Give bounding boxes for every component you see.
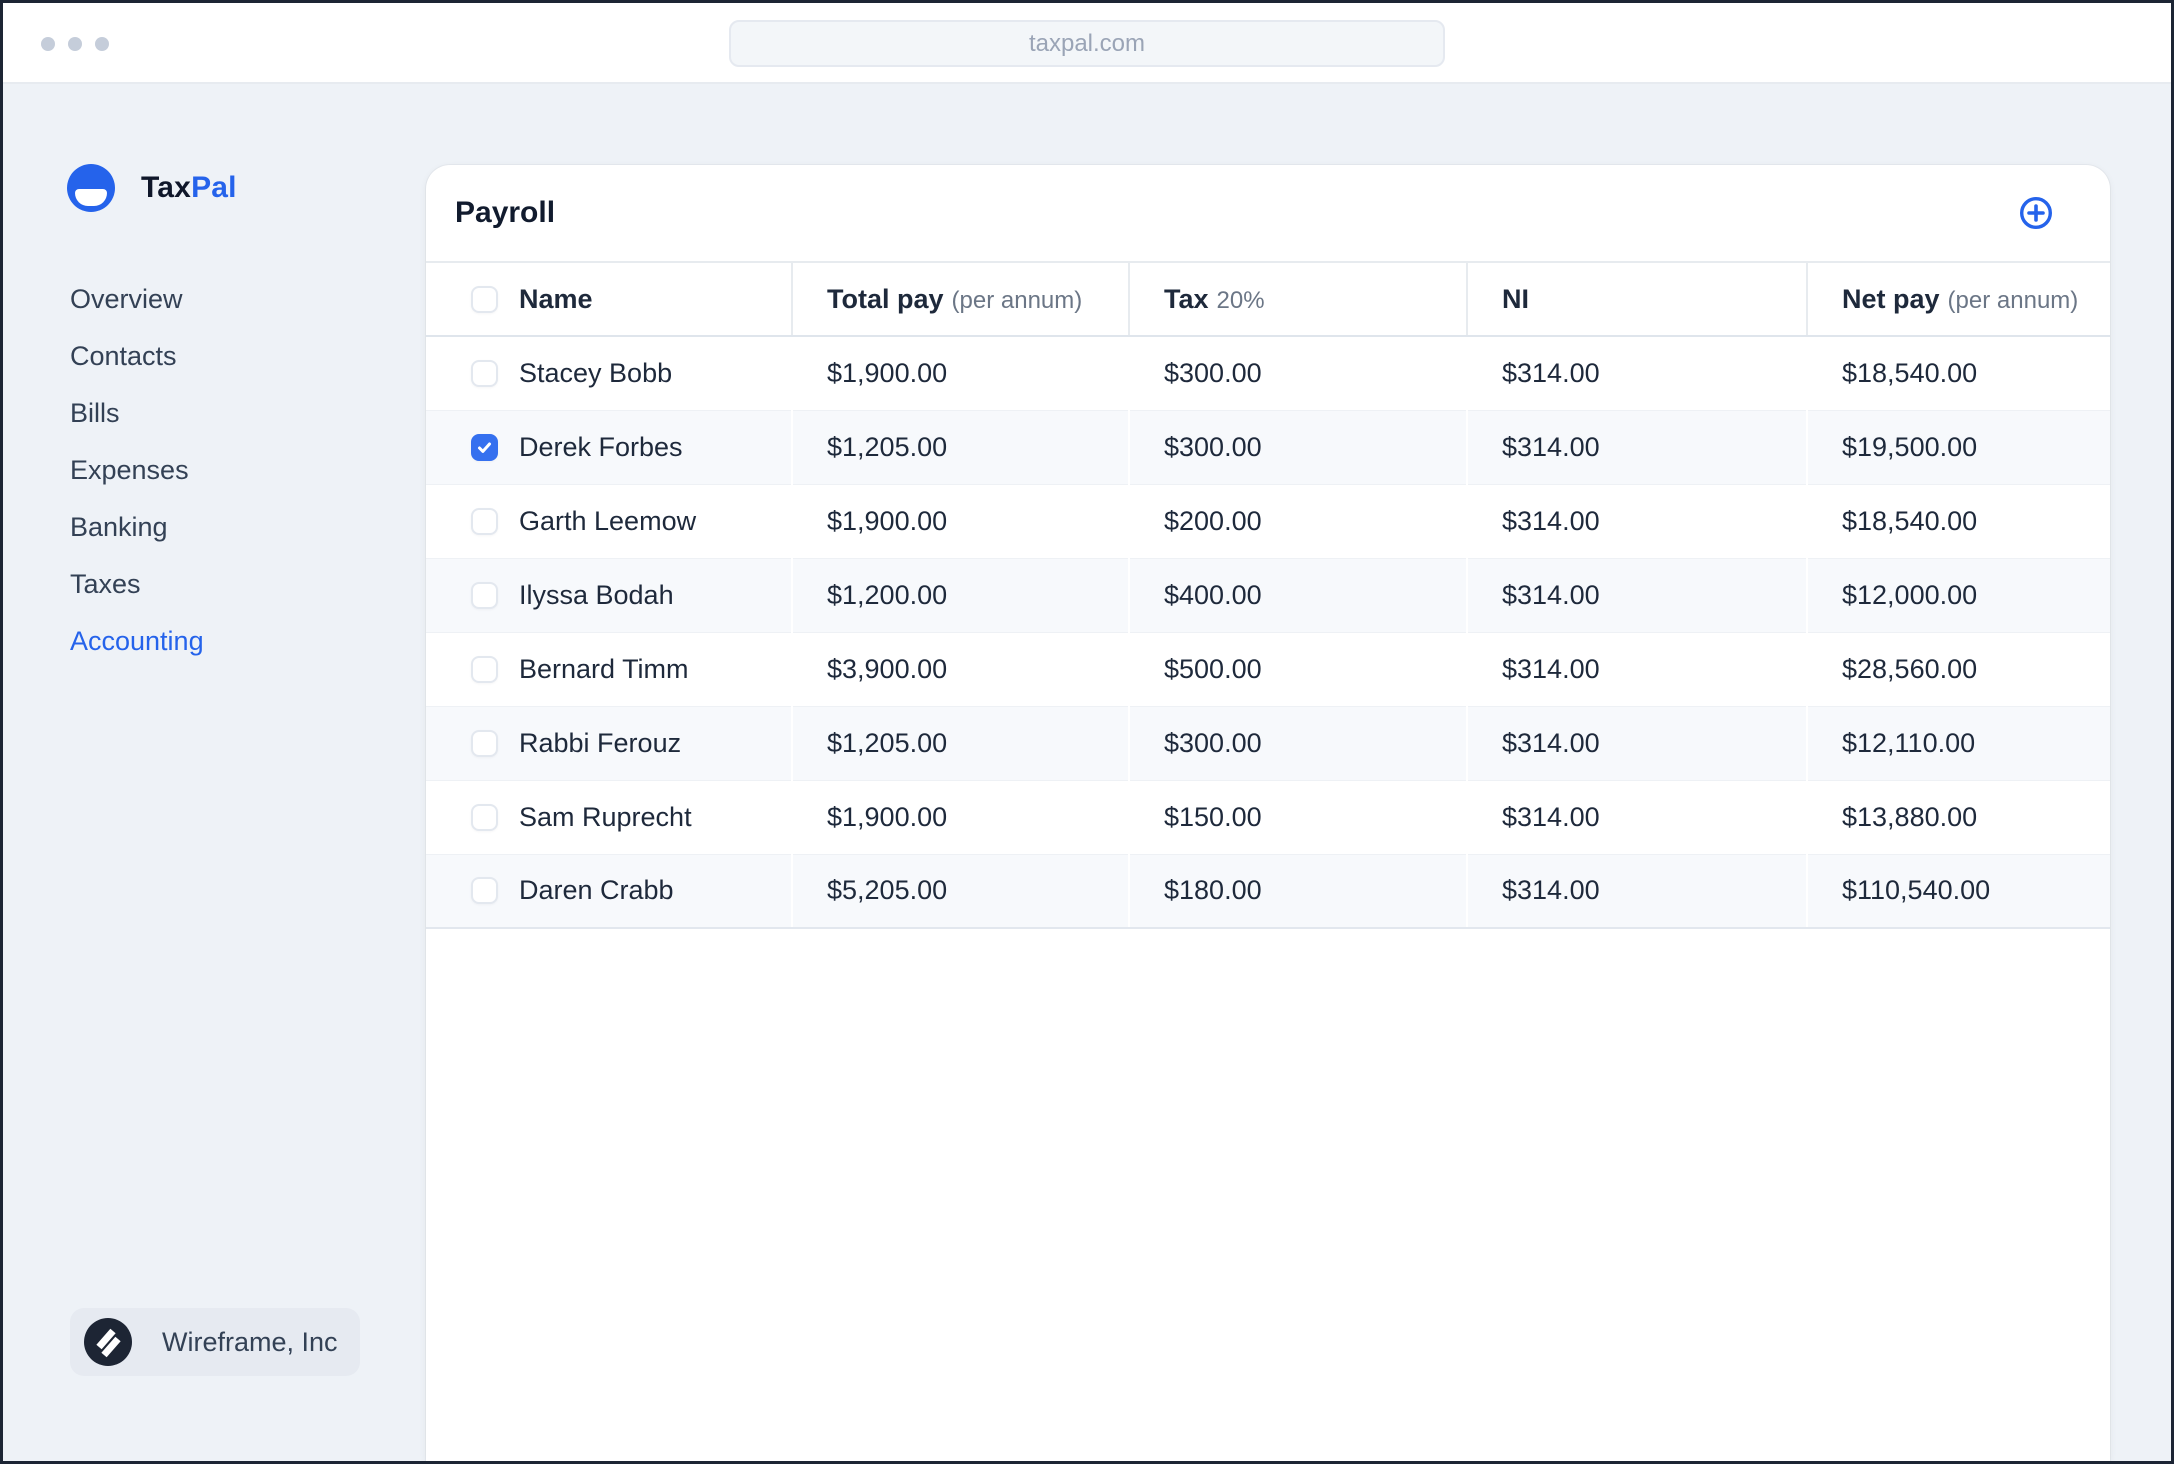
card-header: Payroll — [426, 165, 2110, 261]
column-header-tax: Tax 20% — [1164, 283, 1265, 314]
window-controls — [41, 37, 109, 51]
tax-value: $400.00 — [1164, 579, 1262, 610]
sidebar-item-taxes[interactable]: Taxes — [70, 556, 204, 613]
employee-name: Garth Leemow — [519, 505, 697, 536]
circle-plus-icon — [2019, 196, 2053, 230]
row-checkbox[interactable] — [471, 655, 498, 683]
page-title: Payroll — [455, 196, 556, 229]
column-header-ni: NI — [1502, 283, 1529, 314]
total-pay-value: $1,200.00 — [827, 579, 948, 610]
employee-name: Sam Ruprecht — [519, 801, 692, 832]
sidebar-item-expenses[interactable]: Expenses — [70, 442, 204, 499]
brand-name: TaxPal — [141, 171, 237, 204]
ni-value: $314.00 — [1502, 505, 1600, 536]
table-row: Bernard Timm $3,900.00 $500.00 $314.00 $… — [426, 632, 2110, 707]
sidebar-item-banking[interactable]: Banking — [70, 499, 204, 556]
table-header-row: Name Total pay (per annum) Tax 20% NI Net … — [426, 261, 2110, 337]
net-pay-value: $12,000.00 — [1842, 579, 1978, 610]
ni-value: $314.00 — [1502, 431, 1600, 462]
sidebar-item-bills[interactable]: Bills — [70, 385, 204, 442]
net-pay-value: $18,540.00 — [1842, 357, 1978, 388]
taxpal-logo-icon — [67, 164, 115, 212]
row-checkbox[interactable] — [471, 507, 498, 535]
total-pay-value: $1,900.00 — [827, 801, 948, 832]
table-row: Stacey Bobb $1,900.00 $300.00 $314.00 $1… — [426, 336, 2110, 411]
table-row: Daren Crabb $5,205.00 $180.00 $314.00 $1… — [426, 854, 2110, 929]
ni-value: $314.00 — [1502, 579, 1600, 610]
table-row: Garth Leemow $1,900.00 $200.00 $314.00 $… — [426, 484, 2110, 559]
add-employee-button[interactable] — [2018, 195, 2054, 231]
table-row: Ilyssa Bodah $1,200.00 $400.00 $314.00 $… — [426, 558, 2110, 633]
table-row: Sam Ruprecht $1,900.00 $150.00 $314.00 $… — [426, 780, 2110, 855]
net-pay-value: $13,880.00 — [1842, 801, 1978, 832]
sidebar-item-accounting[interactable]: Accounting — [70, 613, 204, 670]
tax-value: $500.00 — [1164, 653, 1262, 684]
tax-value: $300.00 — [1164, 431, 1262, 462]
workspace-name: Wireframe, Inc — [162, 1326, 338, 1357]
tax-value: $180.00 — [1164, 875, 1262, 906]
ni-value: $314.00 — [1502, 653, 1600, 684]
net-pay-value: $110,540.00 — [1842, 875, 1991, 906]
employee-name: Bernard Timm — [519, 653, 689, 684]
employee-name: Rabbi Ferouz — [519, 727, 682, 758]
table-row: Derek Forbes $1,205.00 $300.00 $314.00 $… — [426, 410, 2110, 485]
row-checkbox[interactable] — [471, 729, 498, 757]
tax-value: $150.00 — [1164, 801, 1262, 832]
net-pay-value: $12,110.00 — [1842, 727, 1976, 758]
employee-name: Daren Crabb — [519, 875, 674, 906]
total-pay-value: $1,205.00 — [827, 431, 948, 462]
table-row: Rabbi Ferouz $1,205.00 $300.00 $314.00 $… — [426, 706, 2110, 781]
ni-value: $314.00 — [1502, 801, 1600, 832]
sidebar-item-contacts[interactable]: Contacts — [70, 328, 204, 385]
row-checkbox[interactable] — [471, 803, 498, 831]
total-pay-value: $1,900.00 — [827, 505, 948, 536]
window-dot-icon[interactable] — [41, 37, 55, 51]
tax-value: $300.00 — [1164, 727, 1262, 758]
column-header-net-pay: Net pay (per annum) — [1842, 283, 2079, 314]
employee-name: Ilyssa Bodah — [519, 579, 674, 610]
row-checkbox[interactable] — [471, 877, 498, 905]
ni-value: $314.00 — [1502, 357, 1600, 388]
total-pay-value: $1,205.00 — [827, 727, 948, 758]
column-header-name: Name — [519, 283, 593, 314]
row-checkbox[interactable] — [471, 581, 498, 609]
browser-bar: taxpal.com — [3, 3, 2171, 84]
net-pay-value: $18,540.00 — [1842, 505, 1978, 536]
total-pay-value: $1,900.00 — [827, 357, 948, 388]
taxpal-logo[interactable]: TaxPal — [67, 164, 237, 212]
payroll-card: Payroll Name Total pay (per annum) Tax 2… — [426, 165, 2110, 1461]
wireframe-logo-icon — [84, 1318, 132, 1366]
sidebar-nav: Overview Contacts Bills Expenses Banking… — [70, 271, 204, 670]
app-window: taxpal.com TaxPal Overview Contacts Bill… — [0, 0, 2174, 1464]
sidebar-item-overview[interactable]: Overview — [70, 271, 204, 328]
total-pay-value: $3,900.00 — [827, 653, 948, 684]
tax-value: $200.00 — [1164, 505, 1262, 536]
url-text: taxpal.com — [1028, 29, 1146, 57]
row-checkbox[interactable] — [471, 433, 498, 461]
select-all-checkbox[interactable] — [471, 285, 498, 313]
ni-value: $314.00 — [1502, 875, 1600, 906]
address-bar[interactable]: taxpal.com — [729, 20, 1445, 67]
net-pay-value: $28,560.00 — [1842, 653, 1978, 684]
row-checkbox[interactable] — [471, 359, 498, 387]
window-dot-icon[interactable] — [68, 37, 82, 51]
total-pay-value: $5,205.00 — [827, 875, 948, 906]
payroll-table: Name Total pay (per annum) Tax 20% NI Net … — [426, 261, 2110, 929]
column-header-total-pay: Total pay (per annum) — [827, 283, 1083, 314]
tax-value: $300.00 — [1164, 357, 1262, 388]
window-dot-icon[interactable] — [95, 37, 109, 51]
ni-value: $314.00 — [1502, 727, 1600, 758]
employee-name: Stacey Bobb — [519, 357, 673, 388]
workspace-switcher[interactable]: Wireframe, Inc — [70, 1308, 360, 1376]
net-pay-value: $19,500.00 — [1842, 431, 1978, 462]
employee-name: Derek Forbes — [519, 431, 683, 462]
